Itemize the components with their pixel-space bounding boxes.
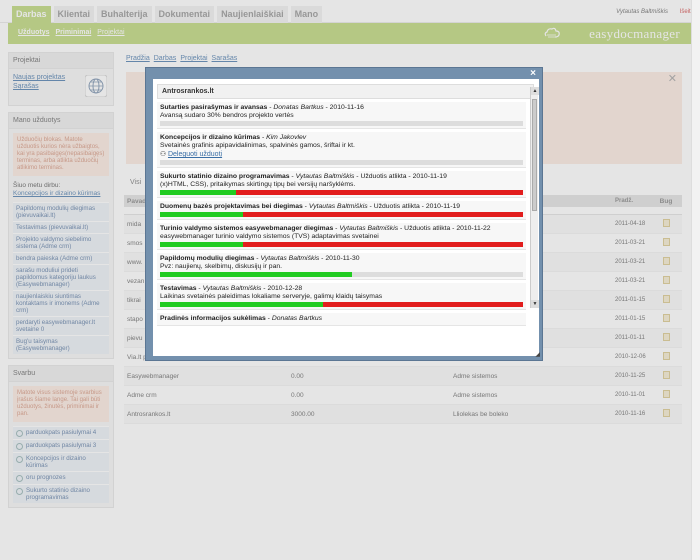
progress-remaining xyxy=(352,272,523,277)
scroll-thumb[interactable] xyxy=(532,99,537,211)
progress-bar xyxy=(160,272,523,277)
project-tasks-dialog: × Antrosrankos.lt Sutarties pasirašymas … xyxy=(145,67,543,361)
dialog-title: Antrosrankos.lt xyxy=(157,84,534,99)
task-title: Sutarties pasirašymas ir avansas xyxy=(160,104,268,111)
progress-bar xyxy=(160,121,523,126)
progress-overdue xyxy=(236,190,523,195)
task-description: (x)HTML, CSS), pritaikymas skirtingų tip… xyxy=(160,181,356,188)
task-status: Užduotis atlikta xyxy=(360,173,407,180)
task-description: Pvz: naujienų, skelbimų, diskusijų ir pa… xyxy=(160,263,283,270)
task-person: Donatas Bartkus xyxy=(273,104,324,111)
progress-overdue xyxy=(243,212,523,217)
task-item[interactable]: Papildomų modulių diegimas - Vytautas Ba… xyxy=(157,253,526,280)
progress-done xyxy=(160,212,244,217)
progress-bar xyxy=(160,212,523,217)
task-description: easywebmanager turinio valdymo sistemos … xyxy=(160,233,379,240)
task-person: Vytautas Baltmiškis xyxy=(295,173,355,180)
progress-done xyxy=(160,242,244,247)
scroll-up-icon[interactable]: ▲ xyxy=(531,87,539,95)
task-person: Vytautas Baltmiškis xyxy=(202,285,262,292)
task-description: Avansą sudaro 30% bendros projekto vertė… xyxy=(160,112,294,119)
task-list: Sutarties pasirašymas ir avansas - Donat… xyxy=(153,102,539,326)
task-person: Donatas Bartkus xyxy=(271,315,323,322)
task-date: 2010-11-30 xyxy=(325,255,360,262)
task-title: Turinio valdymo sistemos easywebmanager … xyxy=(160,225,334,232)
task-description: Svetainės grafinis apipavidalinimas, spa… xyxy=(160,142,355,149)
progress-bar xyxy=(160,242,523,247)
dialog-scrollbar[interactable]: ▲ ▼ xyxy=(530,87,539,308)
task-date: 2010-11-16 xyxy=(329,104,364,111)
task-description: Laikinas svetainės paleidimas lokaliame … xyxy=(160,293,383,300)
progress-remaining xyxy=(160,121,523,126)
task-date: 2010-11-19 xyxy=(412,173,447,180)
task-title: Duomenų bazės projektavimas bei diegimas xyxy=(160,203,303,210)
task-title: Testavimas xyxy=(160,285,197,292)
task-person: Vytautas Baltmiškis xyxy=(260,255,320,262)
progress-bar xyxy=(160,160,523,165)
resize-grip-icon[interactable]: ◢ xyxy=(535,351,540,358)
task-person: Vytautas Baltmiškis xyxy=(308,203,368,210)
close-dialog-icon[interactable]: × xyxy=(530,68,536,79)
task-item[interactable]: Koncepcijos ir dizaino kūrimas - Kim Jak… xyxy=(157,132,526,168)
task-title: Sukurto statinio dizaino programavimas xyxy=(160,173,290,180)
task-person: Vytautas Baltmiškis xyxy=(339,225,399,232)
task-item[interactable]: Turinio valdymo sistemos easywebmanager … xyxy=(157,223,526,250)
task-item[interactable]: Sutarties pasirašymas ir avansas - Donat… xyxy=(157,102,526,129)
scroll-down-icon[interactable]: ▼ xyxy=(531,300,539,308)
progress-overdue xyxy=(243,242,523,247)
task-item[interactable]: Sukurto statinio dizaino programavimas -… xyxy=(157,171,526,198)
dialog-body: Antrosrankos.lt Sutarties pasirašymas ir… xyxy=(153,79,539,356)
task-item[interactable]: Duomenų bazės projektavimas bei diegimas… xyxy=(157,201,526,220)
task-title: Pradinės informacijos sukėlimas xyxy=(160,315,266,322)
page-scrollbar[interactable] xyxy=(691,0,700,560)
progress-bar xyxy=(160,302,523,307)
task-person: Kim Jakovlev xyxy=(266,134,307,141)
task-date: 2010-11-22 xyxy=(456,225,491,232)
task-date: 2010-11-19 xyxy=(425,203,461,210)
delegate-link[interactable]: Deleguoti užduotį xyxy=(168,151,222,158)
task-date: 2010-12-28 xyxy=(267,285,303,292)
progress-overdue xyxy=(323,302,523,307)
task-item[interactable]: Pradinės informacijos sukėlimas - Donata… xyxy=(157,313,526,326)
progress-done xyxy=(160,302,324,307)
progress-done xyxy=(160,272,353,277)
task-status: Užduotis atlikta xyxy=(404,225,451,232)
person-icon: ⚇ xyxy=(160,151,168,158)
delegate-row: ⚇ Deleguoti užduotį xyxy=(160,150,523,159)
progress-bar xyxy=(160,190,523,195)
task-status: Užduotis atlikta xyxy=(373,203,420,210)
task-title: Papildomų modulių diegimas xyxy=(160,255,255,262)
progress-remaining xyxy=(160,160,523,165)
progress-done xyxy=(160,190,237,195)
task-item[interactable]: Testavimas - Vytautas Baltmiškis - 2010-… xyxy=(157,283,526,310)
task-title: Koncepcijos ir dizaino kūrimas xyxy=(160,134,261,141)
